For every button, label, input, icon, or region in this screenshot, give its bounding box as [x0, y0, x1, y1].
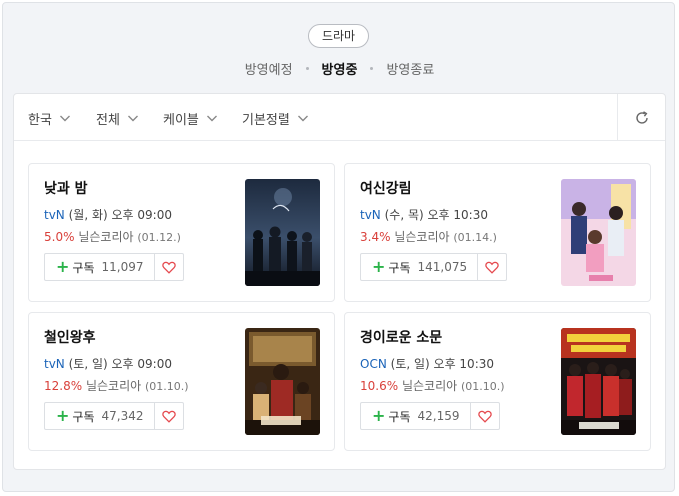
chevron-down-icon	[297, 115, 308, 122]
drama-title[interactable]: 경이로운 소문	[360, 327, 442, 347]
subscribe-label: 구독	[388, 260, 411, 275]
filter-broadcast-label: 케이블	[163, 112, 199, 128]
rating-percent: 10.6%	[360, 379, 399, 393]
drama-panel: 한국 전체 케이블 기본정렬 낮과 밤 tvN (월, 화) 오후 09:00 …	[13, 93, 666, 470]
air-time: (토, 일) 오후 10:30	[390, 357, 495, 371]
refresh-icon	[635, 110, 648, 124]
rating-source: 닐슨코리아	[401, 379, 458, 393]
drama-card[interactable]: 철인왕후 tvN (토, 일) 오후 09:00 12.8% 닐슨코리아 (01…	[28, 312, 335, 451]
tab-upcoming[interactable]: 방영예정	[243, 59, 295, 78]
drama-title[interactable]: 여신강림	[360, 178, 412, 198]
subscribe-label: 구독	[72, 409, 95, 424]
tab-ended[interactable]: 방영종료	[384, 59, 436, 78]
plus-icon: +	[56, 257, 70, 276]
chevron-down-icon	[206, 115, 217, 122]
tab-separator	[305, 66, 309, 70]
drama-schedule: tvN (토, 일) 오후 09:00	[44, 355, 172, 372]
drama-card[interactable]: 여신강림 tvN (수, 목) 오후 10:30 3.4% 닐슨코리아 (01.…	[344, 163, 651, 302]
drama-title[interactable]: 낮과 밤	[44, 178, 88, 198]
genre-pill[interactable]: 드라마	[308, 24, 369, 48]
drama-card[interactable]: 경이로운 소문 OCN (토, 일) 오후 10:30 10.6% 닐슨코리아 …	[344, 312, 651, 451]
widget-header: 드라마 방영예정 방영중 방영종료	[3, 3, 676, 93]
drama-rating: 12.8% 닐슨코리아 (01.10.)	[44, 377, 189, 394]
like-button[interactable]	[153, 403, 183, 429]
subscribe-label: 구독	[72, 260, 95, 275]
drama-poster[interactable]	[561, 179, 636, 286]
drama-card[interactable]: 낮과 밤 tvN (월, 화) 오후 09:00 5.0% 닐슨코리아 (01.…	[28, 163, 335, 302]
chevron-down-icon	[59, 115, 70, 122]
subscribe-button[interactable]: + 구독 42,159	[361, 403, 470, 429]
subscriber-count: 11,097	[101, 260, 144, 274]
subscribe-button[interactable]: + 구독 47,342	[45, 403, 154, 429]
like-button[interactable]	[153, 254, 183, 280]
tab-airing[interactable]: 방영중	[320, 59, 360, 78]
drama-list: 낮과 밤 tvN (월, 화) 오후 09:00 5.0% 닐슨코리아 (01.…	[14, 141, 665, 469]
rating-source: 닐슨코리아	[78, 230, 134, 244]
subscribe-button[interactable]: + 구독 11,097	[45, 254, 154, 280]
plus-icon: +	[56, 406, 70, 425]
drama-schedule: tvN (월, 화) 오후 09:00	[44, 206, 172, 223]
rating-date: (01.12.)	[137, 231, 181, 244]
rating-source: 닐슨코리아	[85, 379, 142, 393]
channel-name: tvN	[44, 357, 65, 371]
subscriber-count: 141,075	[417, 260, 468, 274]
subscribe-group: + 구독 42,159	[360, 402, 500, 430]
subscribe-group: + 구독 47,342	[44, 402, 184, 430]
status-tabs: 방영예정 방영중 방영종료	[3, 58, 676, 78]
filter-sort[interactable]: 기본정렬	[242, 108, 309, 128]
drama-rating: 3.4% 닐슨코리아 (01.14.)	[360, 228, 497, 245]
filter-range-label: 전체	[96, 112, 120, 128]
drama-schedule: OCN (토, 일) 오후 10:30	[360, 355, 494, 372]
plus-icon: +	[372, 257, 386, 276]
filter-broadcast[interactable]: 케이블	[163, 108, 218, 128]
like-button[interactable]	[477, 254, 506, 280]
chevron-down-icon	[127, 115, 138, 122]
air-time: (수, 목) 오후 10:30	[384, 208, 488, 222]
filter-range[interactable]: 전체	[96, 108, 139, 128]
filter-sort-label: 기본정렬	[242, 112, 290, 128]
heart-icon	[485, 261, 499, 274]
refresh-button[interactable]	[617, 94, 665, 141]
heart-icon	[161, 261, 176, 274]
heart-icon	[161, 410, 176, 423]
subscribe-group: + 구독 11,097	[44, 253, 184, 281]
filter-country[interactable]: 한국	[28, 108, 71, 128]
subscribe-button[interactable]: + 구독 141,075	[361, 254, 477, 280]
drama-rating: 5.0% 닐슨코리아 (01.12.)	[44, 228, 181, 245]
drama-poster[interactable]	[245, 179, 320, 286]
poster-image	[245, 179, 320, 286]
air-time: (월, 화) 오후 09:00	[68, 208, 172, 222]
rating-date: (01.10.)	[460, 380, 505, 393]
drama-title[interactable]: 철인왕후	[44, 327, 96, 347]
channel-name: tvN	[44, 208, 65, 222]
drama-widget: 드라마 방영예정 방영중 방영종료 한국 전체 케이블 기본정렬 낮과 밤 tv…	[2, 2, 675, 492]
subscriber-count: 42,159	[417, 409, 460, 423]
poster-image	[561, 179, 636, 286]
drama-poster[interactable]	[561, 328, 636, 435]
air-time: (토, 일) 오후 09:00	[68, 357, 172, 371]
filter-country-label: 한국	[28, 112, 52, 128]
channel-name: tvN	[360, 208, 381, 222]
rating-percent: 5.0%	[44, 230, 75, 244]
filter-bar: 한국 전체 케이블 기본정렬	[14, 94, 665, 141]
drama-poster[interactable]	[245, 328, 320, 435]
drama-schedule: tvN (수, 목) 오후 10:30	[360, 206, 488, 223]
rating-source: 닐슨코리아	[394, 230, 450, 244]
poster-image	[561, 328, 636, 435]
rating-date: (01.10.)	[144, 380, 189, 393]
subscribe-label: 구독	[388, 409, 411, 424]
like-button[interactable]	[469, 403, 499, 429]
heart-icon	[477, 410, 492, 423]
tab-separator	[370, 66, 374, 70]
rating-percent: 12.8%	[44, 379, 83, 393]
rating-date: (01.14.)	[453, 231, 497, 244]
poster-image	[245, 328, 320, 435]
plus-icon: +	[372, 406, 386, 425]
channel-name: OCN	[360, 357, 387, 371]
drama-rating: 10.6% 닐슨코리아 (01.10.)	[360, 377, 505, 394]
subscribe-group: + 구독 141,075	[360, 253, 508, 281]
subscriber-count: 47,342	[101, 409, 144, 423]
rating-percent: 3.4%	[360, 230, 391, 244]
